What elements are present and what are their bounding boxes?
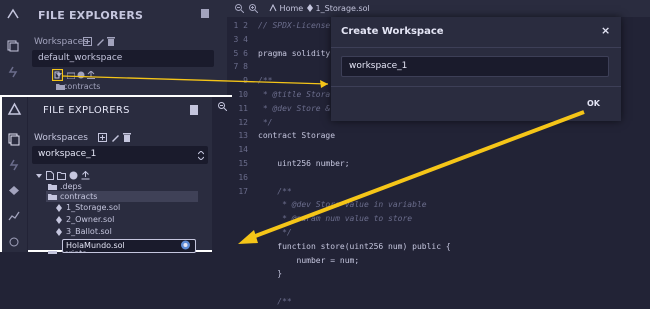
- annotation-arrows: [61, 75, 585, 244]
- arrow-to-panel: [249, 110, 585, 240]
- code-line: }: [258, 269, 283, 279]
- code-line: number = num;: [258, 255, 360, 265]
- code-line: /**: [258, 296, 292, 306]
- arrowhead-icon: [320, 80, 328, 88]
- arrow-to-modal: [61, 75, 329, 85]
- arrowhead-icon: [238, 230, 258, 244]
